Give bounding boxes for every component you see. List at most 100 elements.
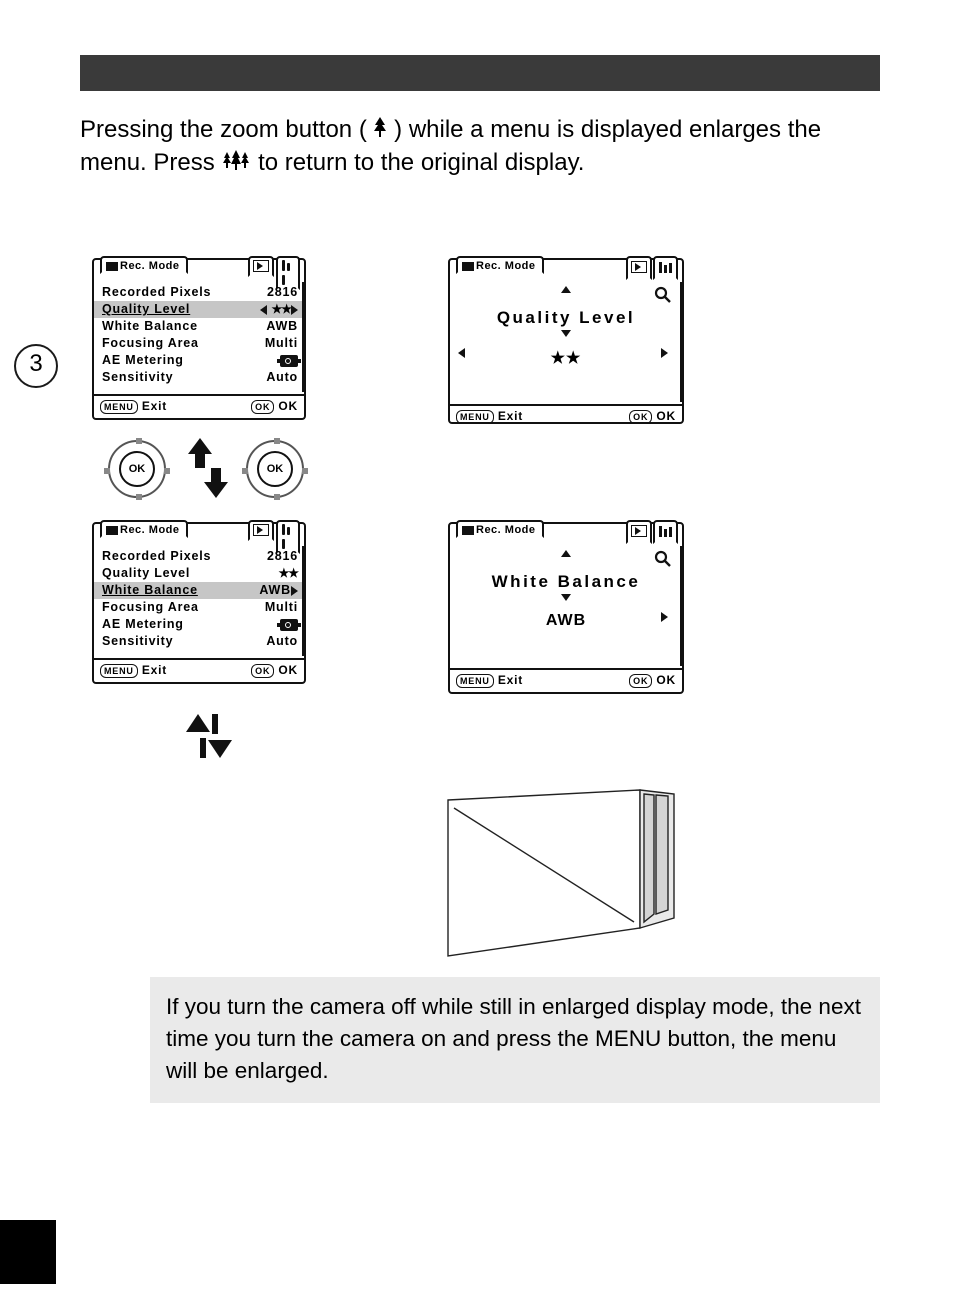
tab-playback — [248, 256, 274, 277]
scrollbar — [302, 546, 306, 656]
multi-metering-icon — [280, 619, 298, 631]
lcd-tabs: Rec. Mode — [94, 524, 304, 544]
row-quality-level: Quality Level★★ — [102, 565, 298, 582]
note-box: If you turn the camera off while still i… — [150, 977, 880, 1103]
tab-rec-label: Rec. Mode — [120, 260, 180, 272]
lcd-footer: MENU Exit OK OK — [94, 394, 304, 418]
row-recorded-pixels: Recorded Pixels2816 — [102, 548, 298, 565]
lcd-tabs: Rec. Mode — [94, 260, 304, 280]
ok-pill: OK — [251, 400, 274, 414]
setting-value: ★★ — [551, 350, 582, 367]
foot-exit: Exit — [142, 399, 167, 413]
scrollbar — [680, 546, 684, 666]
lcd-left-top: Rec. Mode Recorded Pixels2816 Quality Le… — [92, 258, 306, 420]
page: Pressing the zoom button ( ) while a men… — [0, 0, 954, 1314]
tab-playback — [626, 520, 652, 544]
row-white-balance: White BalanceAWB — [94, 582, 304, 599]
foot-exit: Exit — [498, 409, 523, 423]
tab-setup — [653, 520, 678, 544]
up-down-small-arrows-icon — [186, 708, 234, 764]
foot-exit: Exit — [142, 663, 167, 677]
right-arrow-icon — [291, 586, 298, 596]
right-arrow-icon — [291, 305, 298, 315]
section-title-bar — [80, 55, 880, 91]
ok-pill: OK — [251, 664, 274, 678]
intro-paragraph: Pressing the zoom button ( ) while a men… — [80, 113, 880, 179]
camera-icon — [462, 526, 474, 535]
up-arrow-icon — [561, 550, 571, 557]
row-sensitivity: SensitivityAuto — [102, 633, 298, 650]
intro-c: to return to the original display. — [258, 149, 584, 176]
intro-a: Pressing the zoom button ( — [80, 116, 373, 143]
setting-value-row: AWB — [458, 612, 674, 630]
sliders-icon — [658, 260, 673, 278]
play-icon — [631, 525, 647, 537]
lcd-left-bottom: Rec. Mode Recorded Pixels2816 Quality Le… — [92, 522, 306, 684]
right-arrow-icon — [661, 612, 668, 622]
tab-rec-mode: Rec. Mode — [456, 256, 544, 274]
dial-right: OK — [246, 440, 304, 498]
row-ae-metering: AE Metering — [102, 352, 298, 369]
magnifier-icon — [654, 550, 672, 573]
lcd-tabs: Rec. Mode — [450, 524, 682, 544]
setting-title: White Balance — [458, 572, 674, 592]
dial-left: OK — [108, 440, 166, 498]
camera-screen-illustration — [440, 788, 690, 958]
menu-pill: MENU — [100, 664, 138, 678]
play-icon — [631, 261, 647, 273]
setting-value: AWB — [546, 612, 586, 629]
ok-button-label: OK — [119, 451, 155, 487]
tab-playback — [248, 520, 274, 541]
stars: ★★ — [271, 302, 291, 316]
row-white-balance: White BalanceAWB — [102, 318, 298, 335]
row-focusing-area: Focusing AreaMulti — [102, 599, 298, 616]
row-ae-metering: AE Metering — [102, 616, 298, 633]
tab-rec-mode: Rec. Mode — [456, 520, 544, 538]
foot-ok: OK — [656, 673, 676, 687]
lcd-footer: MENU Exit OK OK — [450, 668, 682, 692]
up-down-arrows-icon — [180, 438, 236, 498]
sliders-icon — [658, 524, 673, 542]
foot-ok: OK — [278, 663, 298, 677]
menu-pill: MENU — [456, 410, 494, 424]
side-tab-mark — [0, 1220, 56, 1284]
ok-pill: OK — [629, 674, 652, 688]
camera-icon — [106, 262, 118, 271]
setting-title: Quality Level — [458, 308, 674, 328]
ok-button-label: OK — [257, 451, 293, 487]
camera-icon — [106, 526, 118, 535]
left-arrow-icon — [260, 305, 267, 315]
setting-value-row: ★★ — [458, 348, 674, 368]
down-arrow-icon — [561, 330, 571, 337]
tab-rec-label: Rec. Mode — [476, 260, 536, 272]
left-arrow-icon — [458, 348, 465, 358]
lcd-enlarged-quality: Rec. Mode Quality Level ★★ MENU Exit OK … — [448, 258, 684, 424]
foot-exit: Exit — [498, 673, 523, 687]
tab-rec-mode: Rec. Mode — [100, 256, 188, 274]
dial-diagram: OK OK — [108, 438, 310, 502]
multi-metering-icon — [280, 355, 298, 367]
menu-pill: MENU — [100, 400, 138, 414]
lcd-enlarged-white-balance: Rec. Mode White Balance AWB MENU Exit OK… — [448, 522, 684, 694]
row-focusing-area: Focusing AreaMulti — [102, 335, 298, 352]
elcd-body: Quality Level ★★ — [450, 280, 682, 404]
tab-rec-mode: Rec. Mode — [100, 520, 188, 538]
side-tab-number: 3 — [14, 344, 58, 388]
camera-icon — [462, 262, 474, 271]
tab-rec-label: Rec. Mode — [120, 524, 180, 536]
lcd-tabs: Rec. Mode — [450, 260, 682, 280]
down-arrow-icon — [561, 594, 571, 601]
magnifier-icon — [654, 286, 672, 309]
up-arrow-icon — [561, 286, 571, 293]
foot-ok: OK — [656, 409, 676, 423]
foot-ok: OK — [278, 399, 298, 413]
play-icon — [253, 260, 269, 272]
zoom-out-trees-icon — [221, 150, 251, 170]
row-sensitivity: SensitivityAuto — [102, 369, 298, 386]
zoom-in-tree-icon — [373, 117, 387, 137]
row-recorded-pixels: Recorded Pixels2816 — [102, 284, 298, 301]
menu-pill: MENU — [456, 674, 494, 688]
lcd-body: Recorded Pixels2816 Quality Level ★★ Whi… — [94, 280, 304, 394]
ok-pill: OK — [629, 410, 652, 424]
tab-rec-label: Rec. Mode — [476, 524, 536, 536]
